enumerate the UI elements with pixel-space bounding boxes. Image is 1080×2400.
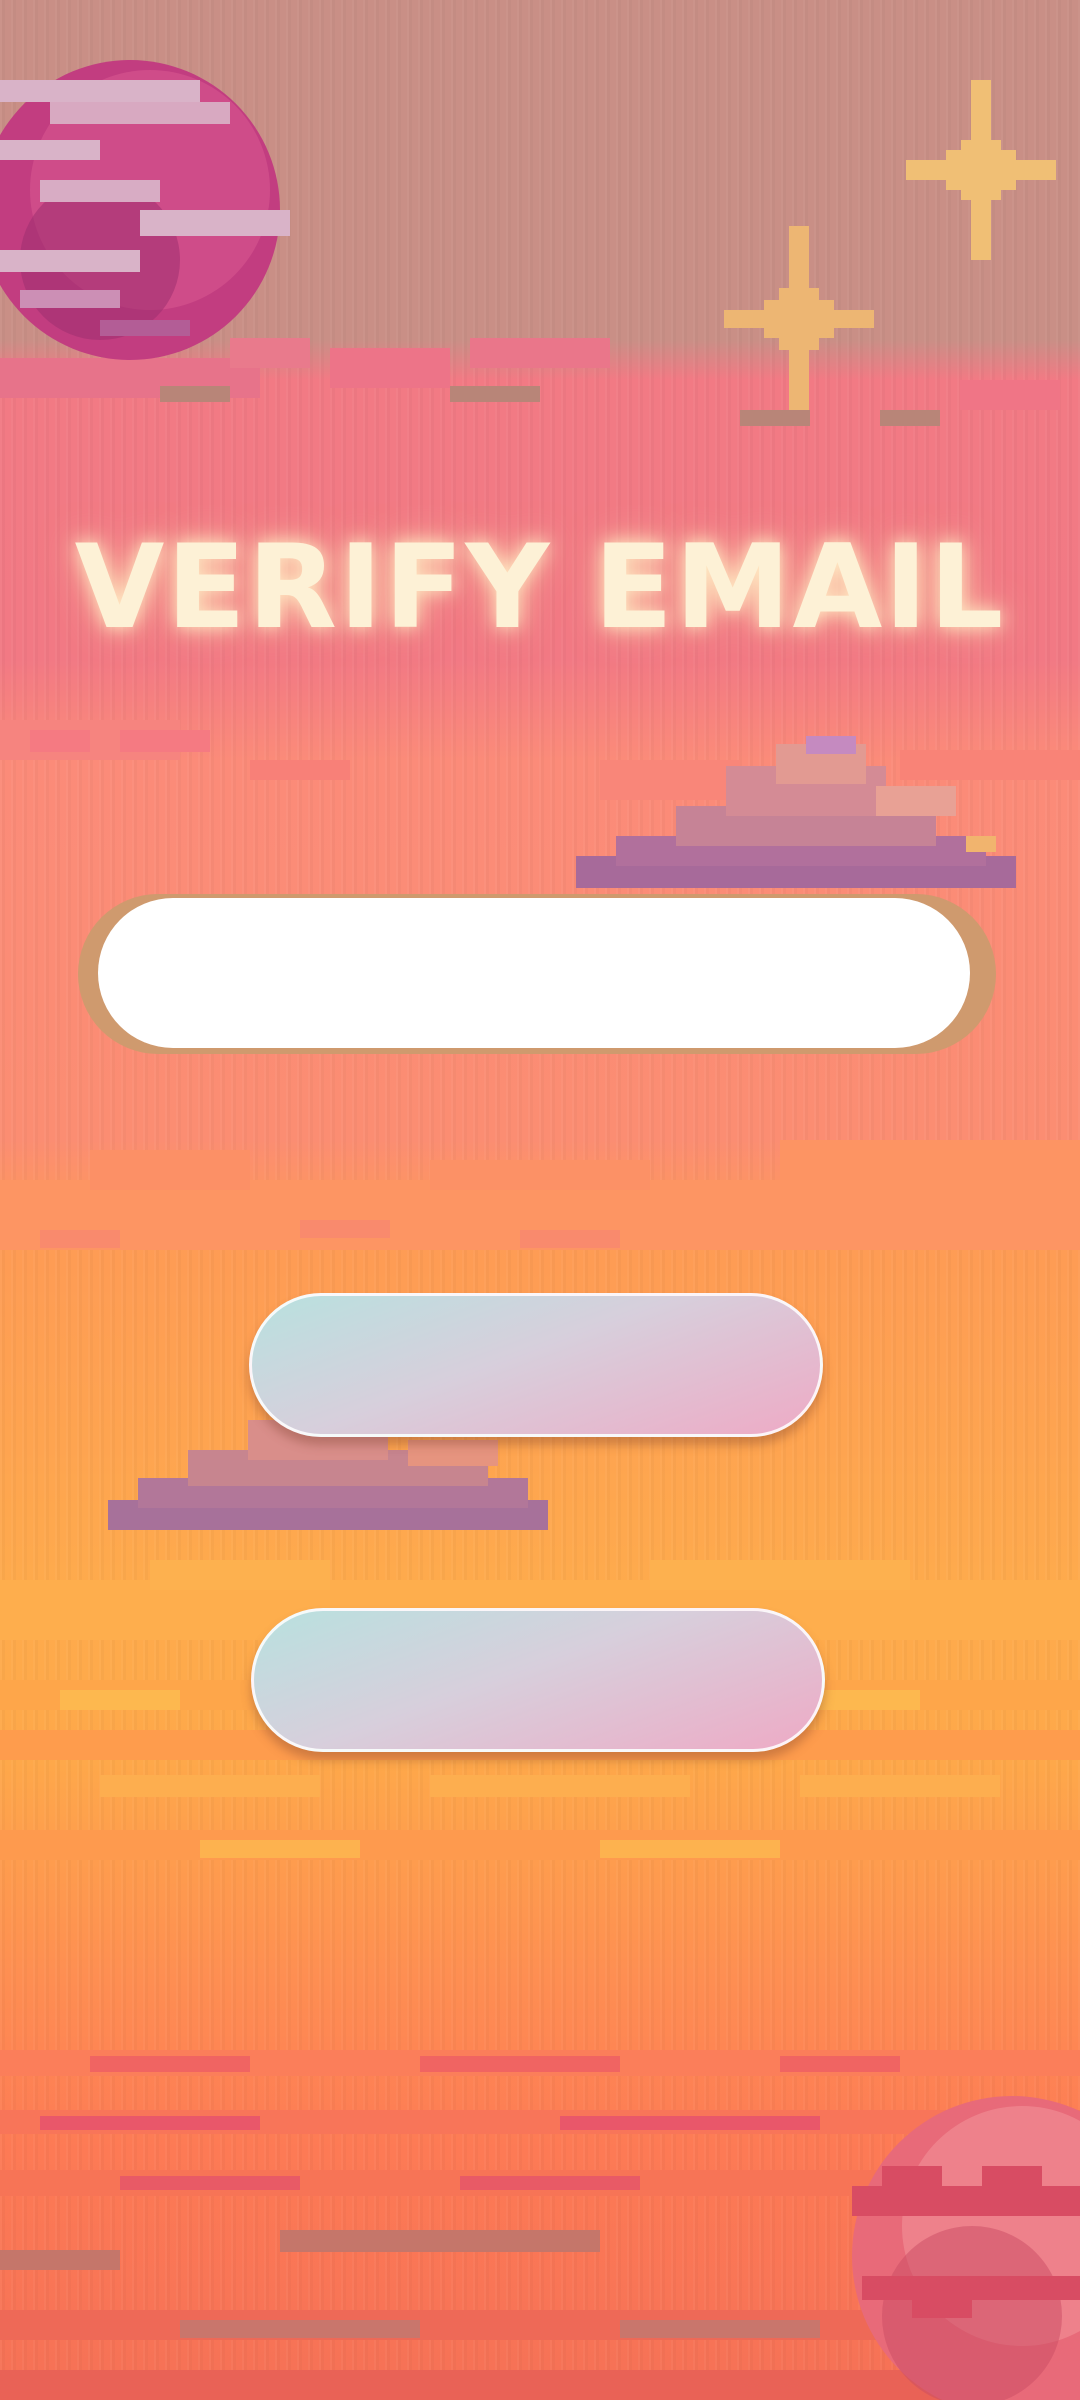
email-field-frame [78, 894, 996, 1054]
secondary-button[interactable] [251, 1608, 825, 1752]
planet-icon [0, 60, 290, 360]
sparkle-star-icon [906, 80, 1056, 260]
pixel-cloud-icon [576, 736, 1016, 888]
planet-icon [852, 2096, 1080, 2400]
email-field[interactable] [98, 898, 970, 1048]
pixel-band-orange-top [0, 1120, 1080, 1280]
sparkle-star-icon [724, 226, 874, 410]
verify-button[interactable] [249, 1293, 823, 1437]
page-title: VERIFY EMAIL [74, 520, 1006, 655]
